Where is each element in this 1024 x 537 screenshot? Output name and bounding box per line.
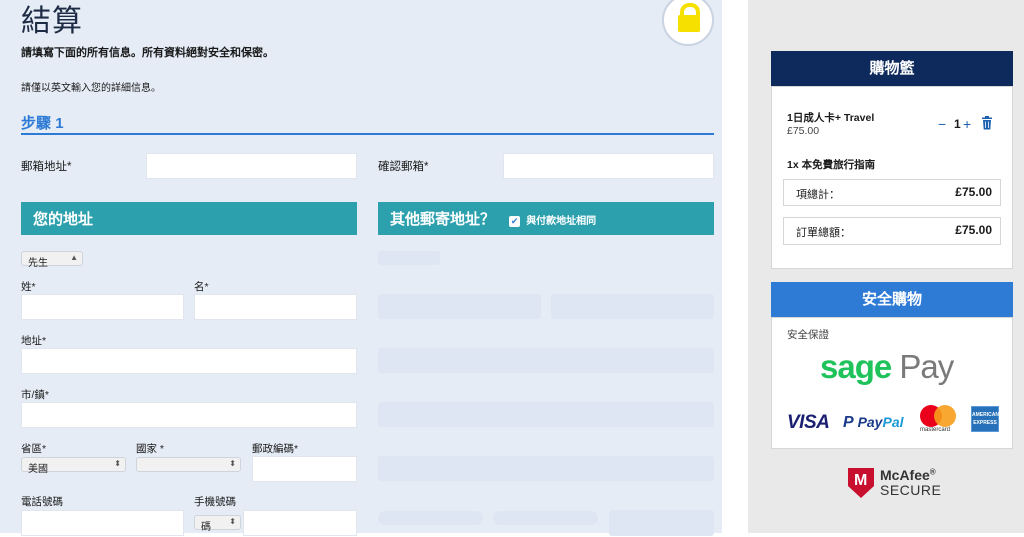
updown-arrow-icon: ⬍: [114, 459, 121, 468]
given-name-field[interactable]: [194, 294, 360, 321]
total-label: 訂單總額：: [796, 227, 851, 239]
subtotal-value: £75.00: [955, 185, 992, 199]
province-select-value: 美國: [28, 464, 48, 475]
confirm-email-field[interactable]: [503, 153, 717, 180]
alt-given-name-field: [551, 294, 714, 319]
address-label: 地址*: [21, 335, 47, 347]
province-label: 省區*: [21, 443, 47, 455]
check-icon: ✔: [510, 215, 519, 226]
visa-logo: VISA: [787, 412, 830, 433]
step-divider: [21, 133, 714, 135]
alt-province-select: [378, 511, 483, 525]
cart-quantity: 1: [954, 117, 961, 131]
step-label: 步驟: [21, 115, 52, 132]
total-row: 訂單總額： £75.00: [783, 217, 1001, 245]
mobile-label: 手機號碼: [194, 496, 236, 508]
alt-city-field: [378, 402, 714, 427]
address-field[interactable]: [21, 348, 360, 375]
subtotal-label: 項總計：: [796, 189, 840, 201]
english-note: 請僅以英文輸入您的詳細信息。: [21, 83, 161, 94]
title-select-value: 先生: [28, 258, 48, 269]
increase-qty-button[interactable]: +: [963, 116, 971, 132]
alt-address-title: 其他郵寄地址？: [390, 211, 496, 228]
phone-label: 電話號碼: [21, 496, 63, 508]
surname-field[interactable]: [21, 294, 187, 321]
decrease-qty-button[interactable]: −: [938, 116, 946, 132]
postcode-label: 郵政編碼*: [252, 443, 299, 455]
trash-icon[interactable]: [981, 116, 993, 135]
amex-logo: AMERICAN EXPRESS: [971, 406, 999, 432]
alt-country-select: [493, 511, 598, 525]
phone-field[interactable]: [21, 510, 187, 537]
cart-item-price: £75.00: [787, 125, 820, 137]
mastercard-logo: mastercard: [918, 405, 960, 433]
cart-item-name: 1日成人卡+ Travel: [787, 112, 875, 124]
updown-arrow-icon: ⬍: [229, 459, 236, 468]
alt-title-select: [378, 251, 440, 265]
postcode-field[interactable]: [252, 456, 360, 483]
mobile-code-select[interactable]: 碼 ⬍: [194, 515, 241, 533]
sagepay-logo: sage Pay: [820, 348, 954, 385]
secure-header: 安全購物: [771, 282, 1013, 317]
alt-postcode-field: [378, 456, 714, 481]
intro-text: 請填寫下面的所有信息。所有資料絕對安全和保密。: [21, 47, 274, 59]
given-name-label: 名*: [194, 281, 209, 293]
mobile-code-value: 碼: [201, 522, 211, 533]
alt-address-field: [378, 348, 714, 373]
step-heading: 步驟 1: [21, 112, 64, 133]
free-guide-item: 1x 本免費旅行指南: [787, 159, 876, 171]
city-label: 市/鎮*: [21, 389, 50, 401]
country-label: 國家 *: [136, 443, 165, 455]
page-title: 結算: [21, 5, 83, 38]
total-value: £75.00: [955, 223, 992, 237]
your-address-header: 您的地址: [21, 202, 357, 235]
alt-phone-field: [609, 510, 714, 536]
step-number: 1: [55, 115, 64, 132]
city-field[interactable]: [21, 402, 360, 429]
updown-arrow-icon: ⬍: [229, 517, 236, 526]
country-select[interactable]: ⬍: [136, 457, 241, 472]
alt-surname-field: [378, 294, 541, 319]
guarantee-label: 安全保證: [787, 329, 829, 341]
title-select[interactable]: 先生 ▲: [21, 251, 83, 269]
province-select[interactable]: 美國 ⬍: [21, 457, 126, 475]
updown-arrow-icon: ▲: [70, 253, 78, 262]
paypal-logo: P PayPal: [843, 414, 904, 431]
mobile-field[interactable]: [243, 510, 360, 537]
alt-address-header: 其他郵寄地址？ ✔ 與付款地址相同: [378, 202, 714, 235]
same-address-label: 與付款地址相同: [526, 216, 597, 227]
email-field[interactable]: [146, 153, 360, 180]
confirm-email-label: 確認郵箱*: [378, 161, 429, 173]
surname-label: 姓*: [21, 281, 36, 293]
same-address-checkbox[interactable]: ✔: [509, 215, 521, 227]
subtotal-row: 項總計： £75.00: [783, 179, 1001, 206]
cart-header: 購物籃: [771, 51, 1013, 86]
email-label: 郵箱地址*: [21, 161, 72, 173]
